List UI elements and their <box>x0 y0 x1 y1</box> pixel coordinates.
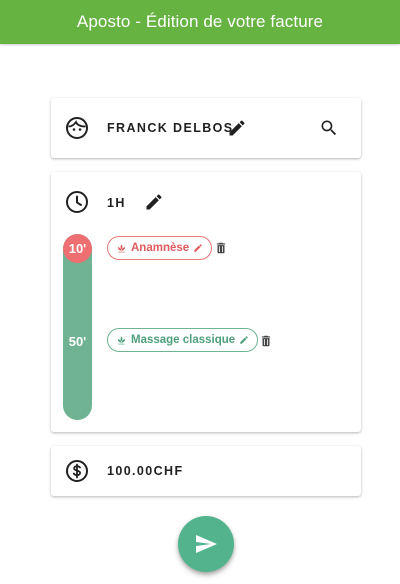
dollar-circle-icon <box>66 460 88 482</box>
client-name: FRANCK DELBOS <box>107 121 234 135</box>
lotus-icon <box>117 243 126 252</box>
send-icon <box>196 535 217 553</box>
client-card[interactable]: FRANCK DELBOS <box>51 98 361 158</box>
send-invoice-button[interactable] <box>178 516 234 572</box>
price-amount: 100.00CHF <box>107 464 184 478</box>
service-chip-anamnese[interactable]: Anamnèse <box>107 236 213 260</box>
edit-client-pencil-icon[interactable] <box>227 118 247 138</box>
app-bar: Aposto - Édition de votre facture <box>0 0 400 44</box>
service-chip-massage-classique[interactable]: Massage classique <box>107 328 259 352</box>
edit-duration-pencil-icon[interactable] <box>144 192 164 212</box>
page-title: Aposto - Édition de votre facture <box>76 12 324 31</box>
service-label: Anamnèse <box>131 242 190 254</box>
price-card[interactable]: 100.00CHF <box>51 446 361 496</box>
pencil-icon[interactable] <box>239 335 249 345</box>
pencil-icon[interactable] <box>193 243 203 253</box>
segment-duration-label: 50' <box>68 334 87 349</box>
segment-duration-label: 10' <box>68 241 87 256</box>
delete-anamnese-trash-icon[interactable] <box>214 241 228 255</box>
clock-icon <box>66 191 88 213</box>
session-card: 1H 10' 50' Anamnèse Massage classique <box>51 172 361 432</box>
delete-massage-trash-icon[interactable] <box>259 334 273 348</box>
search-icon[interactable] <box>319 118 339 138</box>
lotus-icon <box>117 335 126 344</box>
service-label: Massage classique <box>131 334 236 346</box>
session-duration: 1H <box>107 196 126 210</box>
session-timeline[interactable]: 10' 50' <box>63 234 92 420</box>
timeline-segment-anamnese[interactable]: 10' <box>63 234 92 263</box>
face-icon <box>66 117 88 139</box>
